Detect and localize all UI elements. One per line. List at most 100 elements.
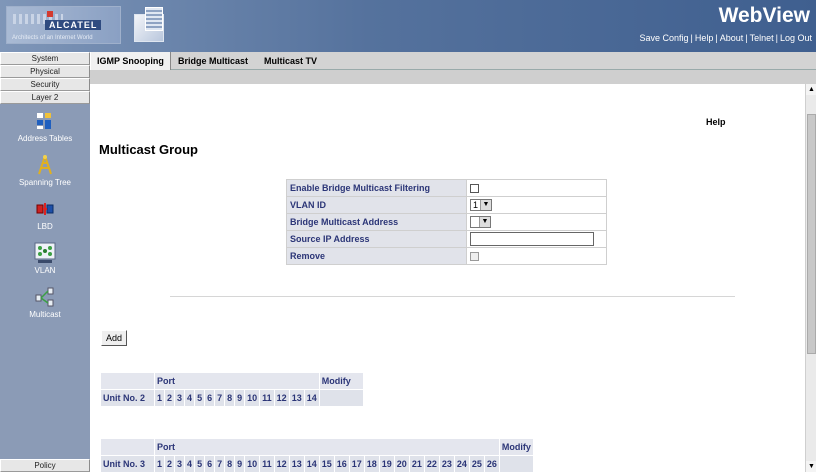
port-cell[interactable]: 7 [214,455,226,472]
port-cell[interactable]: 16 [333,455,350,472]
vlan-id-select[interactable]: 1 ▼ [470,199,493,211]
sidebar-item-vlan[interactable]: VLAN [0,242,90,284]
sidebar: System Physical Security Layer 2 Address… [0,52,90,472]
content-area: Help Multicast Group Enable Bridge Multi… [90,84,805,472]
port-cell[interactable]: 21 [408,455,425,472]
sidebar-item-multicast[interactable]: Multicast [0,286,90,328]
bridge-multicast-address-select[interactable]: ▼ [470,216,491,228]
menu-security[interactable]: Security [0,78,90,91]
sidebar-item-address-tables[interactable]: Address Tables [0,110,90,152]
vertical-scrollbar[interactable]: ▲ ▼ [805,84,816,472]
sidebar-item-label: Address Tables [17,134,73,143]
port-cell[interactable]: 14 [303,389,320,407]
add-button[interactable]: Add [101,330,128,346]
header-spacer [100,438,155,456]
page-title: Multicast Group [99,142,198,157]
menu-system[interactable]: System [0,52,90,65]
port-cell[interactable]: 4 [184,455,196,472]
scroll-up-icon[interactable]: ▲ [806,84,816,95]
app-title: WebView [718,4,810,27]
port-cell[interactable]: 10 [244,455,261,472]
port-cell[interactable]: 1 [153,455,166,472]
port-cell[interactable]: 8 [224,455,236,472]
sidebar-item-label: Spanning Tree [18,178,72,187]
port-cell[interactable]: 6 [204,455,216,472]
logo-word: ALCATEL [45,20,102,30]
port-cell[interactable]: 23 [438,455,455,472]
port-cell[interactable]: 17 [348,455,365,472]
tab-igmp-snooping[interactable]: IGMP Snooping [90,52,171,70]
port-cell[interactable]: 25 [468,455,485,472]
port-cell[interactable]: 12 [273,389,290,407]
port-cell[interactable]: 2 [164,389,176,407]
enable-filtering-checkbox[interactable] [470,184,479,194]
port-cell[interactable]: 13 [288,455,305,472]
port-cell[interactable]: 9 [234,455,246,472]
telnet-link[interactable]: Telnet [750,33,774,43]
help-link-content[interactable]: Help [706,117,726,127]
port-cell[interactable]: 9 [234,389,246,407]
source-ip-input[interactable] [470,232,594,246]
port-cell[interactable]: 4 [184,389,196,407]
save-config-link[interactable]: Save Config [639,33,688,43]
port-cell[interactable]: 2 [164,455,176,472]
tab-multicast-tv[interactable]: Multicast TV [258,52,323,70]
form-row-remove: Remove [286,247,607,265]
port-cell[interactable]: 18 [363,455,380,472]
port-cell[interactable]: 3 [174,455,186,472]
sidebar-item-spanning-tree[interactable]: Spanning Tree [0,154,90,196]
remove-checkbox[interactable] [470,252,479,262]
port-cell[interactable]: 26 [483,455,500,472]
port-cell[interactable]: 12 [273,455,290,472]
multicast-icon [35,287,54,307]
help-link[interactable]: Help [695,33,714,43]
unit-label: Unit No. 2 [100,389,155,407]
port-header-row: Port Modify [100,438,534,456]
logo-tagline: Architects of an Internet World [12,35,93,41]
scroll-down-icon[interactable]: ▼ [806,461,816,472]
port-cell[interactable]: 10 [244,389,261,407]
enable-filtering-label: Enable Bridge Multicast Filtering [286,179,467,197]
header-building-graphic [134,7,164,42]
webview-app: ALCATEL Architects of an Internet World … [0,0,816,472]
port-cell[interactable]: 5 [194,389,206,407]
port-cell[interactable]: 24 [453,455,470,472]
form-row-enable: Enable Bridge Multicast Filtering [286,179,607,197]
scrollbar-thumb[interactable] [807,114,816,354]
header-links: Save Config | Help | About | Telnet | Lo… [639,33,812,43]
port-cell[interactable]: 7 [214,389,226,407]
port-cell[interactable]: 22 [423,455,440,472]
port-header: Port [154,438,500,456]
port-cell[interactable]: 5 [194,455,206,472]
menu-physical[interactable]: Physical [0,65,90,78]
port-cell[interactable]: 11 [259,455,275,472]
logout-link[interactable]: Log Out [780,33,812,43]
multicast-group-form: Enable Bridge Multicast Filtering VLAN I… [286,179,607,265]
unit-label: Unit No. 3 [100,455,155,472]
bridge-multicast-address-label: Bridge Multicast Address [286,213,467,231]
port-header: Port [154,372,320,390]
port-cell[interactable]: 13 [288,389,305,407]
logo-red-mark [47,11,53,17]
divider [170,296,735,297]
unit-2-port-table: Port Modify Unit No. 2 1 2 3 4 5 6 7 8 9… [100,372,364,407]
port-cell[interactable]: 14 [303,455,320,472]
spanning-tree-icon [38,155,52,175]
menu-layer-2[interactable]: Layer 2 [0,91,90,104]
port-cell[interactable]: 19 [378,455,395,472]
tab-bar: IGMP Snooping Bridge Multicast Multicast… [90,52,816,70]
port-cell[interactable]: 1 [153,389,166,407]
port-cell[interactable]: 6 [204,389,216,407]
modify-header: Modify [498,438,534,456]
tab-bridge-multicast[interactable]: Bridge Multicast [172,52,254,70]
port-cell[interactable]: 15 [318,455,335,472]
about-link[interactable]: About [720,33,744,43]
port-cell[interactable]: 3 [174,389,186,407]
port-cell[interactable]: 8 [224,389,236,407]
port-cell[interactable]: 20 [393,455,410,472]
sidebar-item-lbd[interactable]: LBD [0,198,90,240]
vlan-id-label: VLAN ID [286,196,467,214]
port-cell[interactable]: 11 [259,389,275,407]
form-row-vlan: VLAN ID 1 ▼ [286,196,607,214]
menu-policy[interactable]: Policy [0,459,90,472]
